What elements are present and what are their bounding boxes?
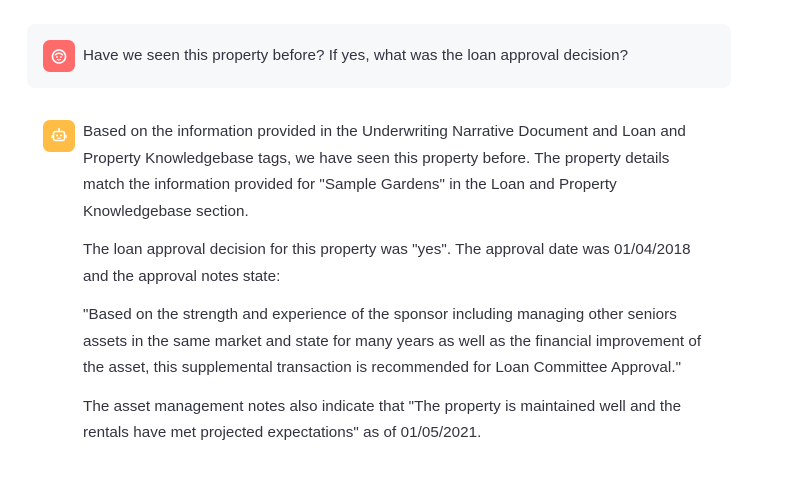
robot-icon <box>50 127 68 145</box>
assistant-paragraph: Based on the information provided in the… <box>83 123 686 220</box>
assistant-paragraph: "Based on the strength and experience of… <box>83 306 702 376</box>
chat-container: Have we seen this property before? If ye… <box>27 24 731 459</box>
assistant-paragraph: The loan approval decision for this prop… <box>83 241 691 285</box>
assistant-paragraph: The asset management notes also indicate… <box>83 397 682 442</box>
user-face-icon <box>50 47 68 65</box>
assistant-message: Based on the information provided in the… <box>27 120 731 459</box>
assistant-avatar <box>43 120 75 152</box>
user-avatar <box>43 40 75 72</box>
assistant-message-text: Based on the information provided in the… <box>83 119 715 459</box>
user-message: Have we seen this property before? If ye… <box>27 24 731 88</box>
user-message-text: Have we seen this property before? If ye… <box>83 46 629 64</box>
